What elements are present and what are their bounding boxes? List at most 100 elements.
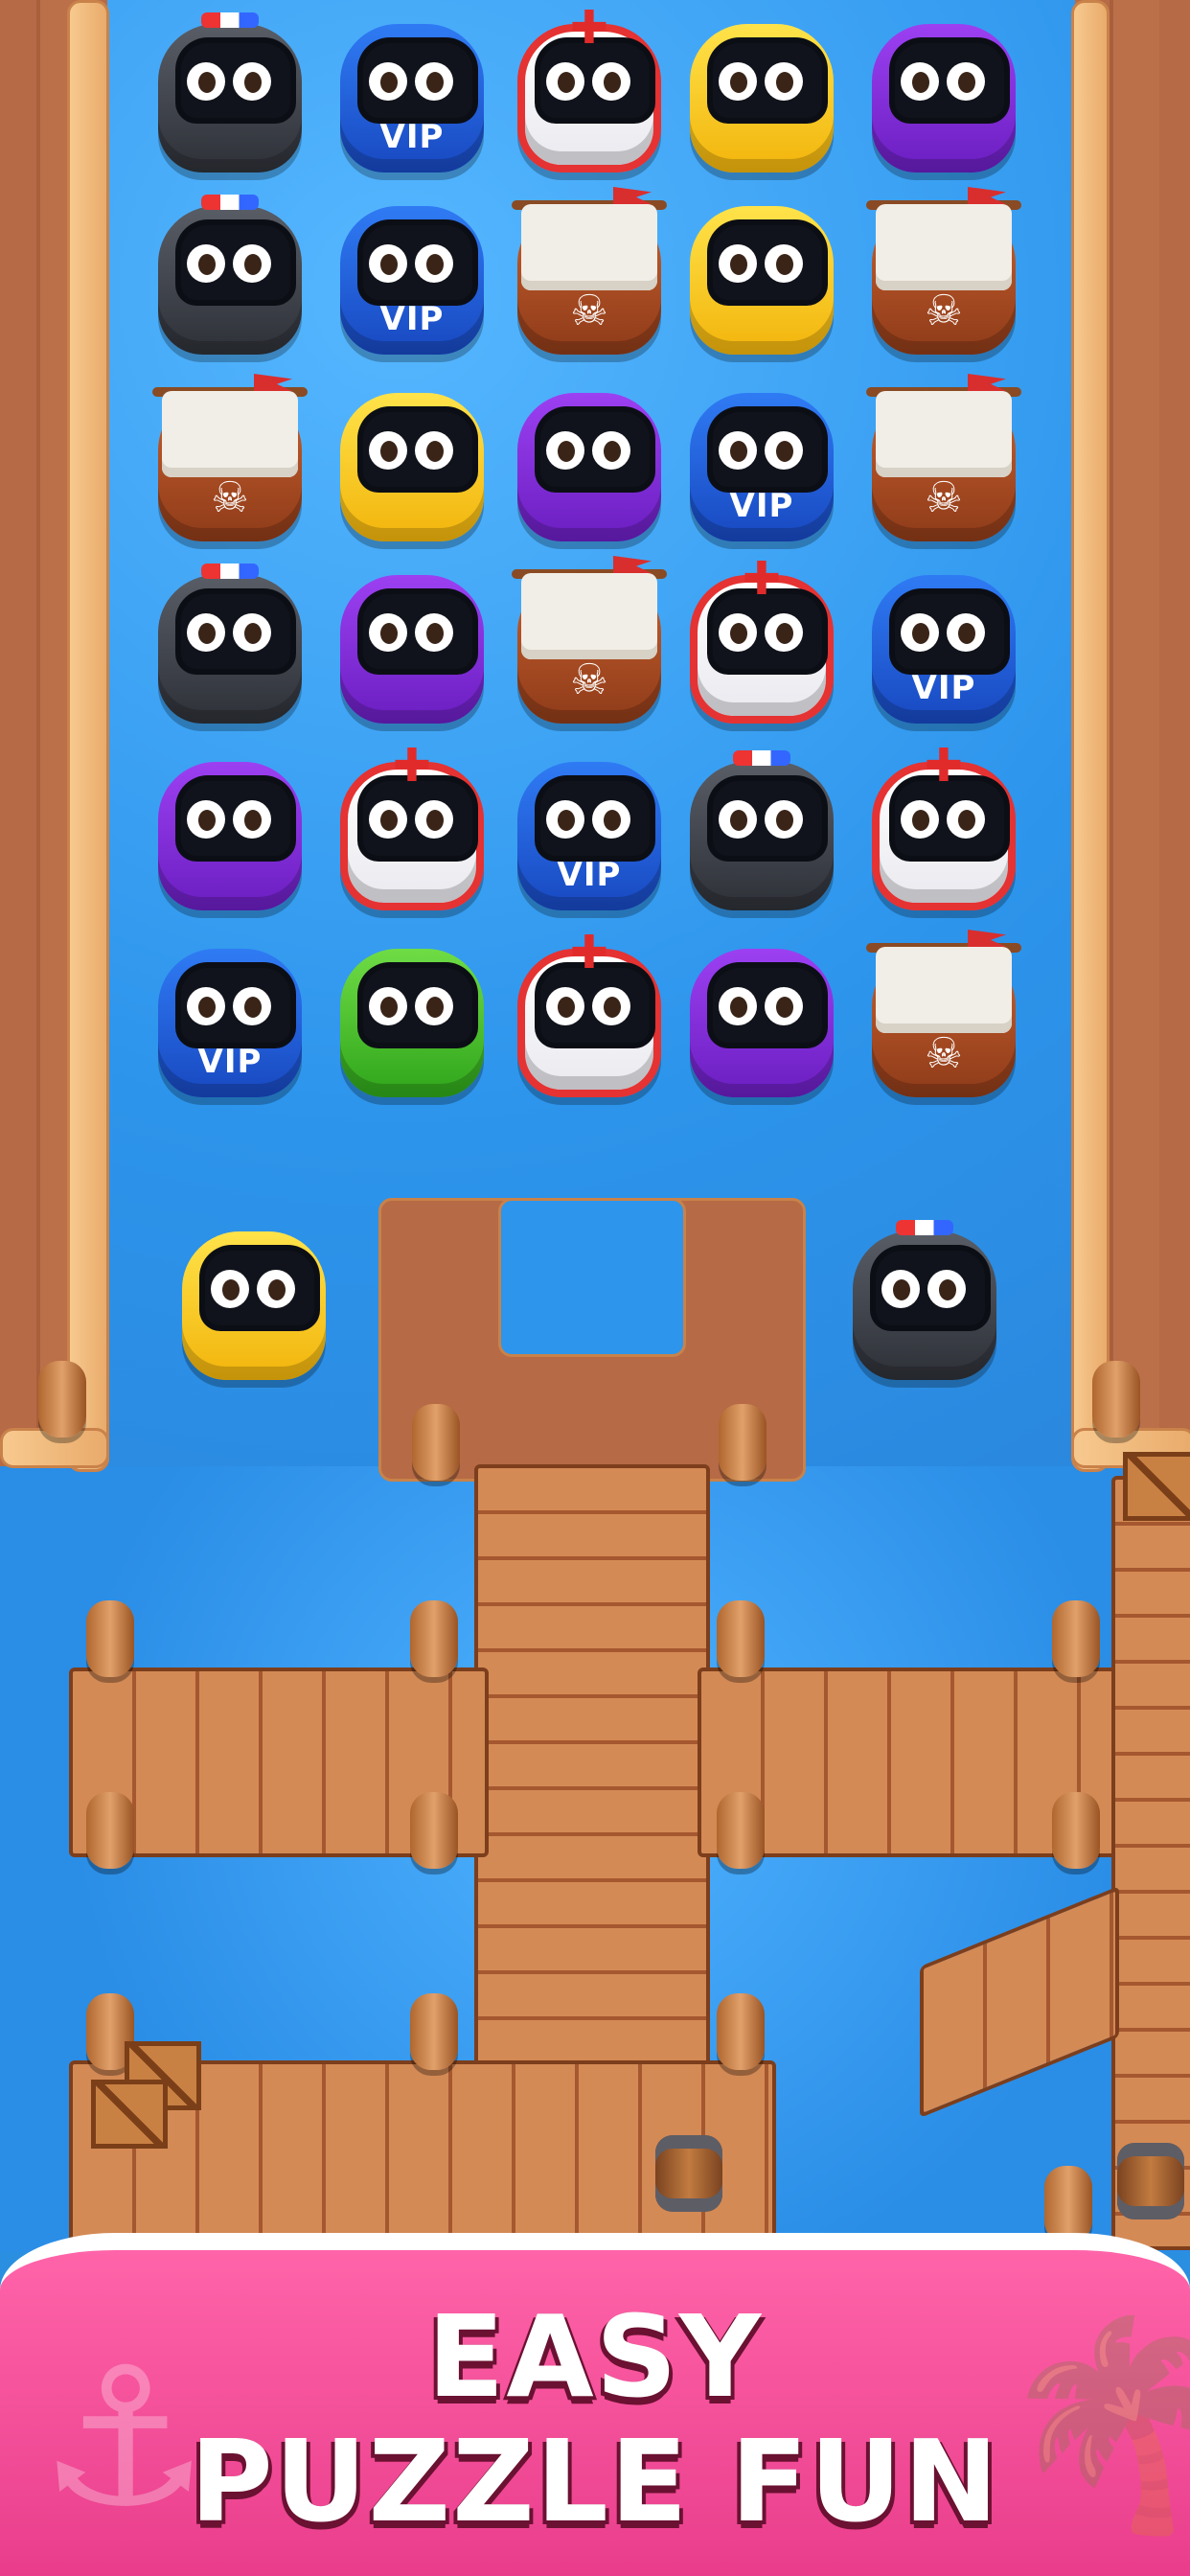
- ambulance-boat[interactable]: ✚: [508, 5, 671, 177]
- vip-boat[interactable]: VIP: [331, 187, 493, 359]
- boat-eyes: [901, 62, 987, 101]
- boat-eyes: [369, 62, 455, 101]
- pirate-boat[interactable]: ☠: [149, 374, 311, 546]
- boat-eyes: [719, 431, 805, 470]
- eye: [415, 62, 453, 101]
- eye: [233, 613, 271, 652]
- flag-icon: [968, 187, 1006, 204]
- eye: [719, 800, 757, 839]
- eye: [415, 613, 453, 652]
- dock-post: [38, 1361, 86, 1438]
- sail: [521, 204, 657, 290]
- boat-eyes: [369, 244, 455, 283]
- taxi-boat[interactable]: [680, 187, 843, 359]
- taxi-boat[interactable]: [331, 374, 493, 546]
- boat-label: VIP: [379, 118, 445, 156]
- police-boat[interactable]: [149, 187, 311, 359]
- eye: [719, 244, 757, 283]
- boat-eyes: [211, 1270, 297, 1308]
- boat-eyes: [719, 62, 805, 101]
- banner-line-2: PUZZLE FUN: [190, 2415, 1000, 2547]
- boat-label: VIP: [197, 1043, 263, 1081]
- red-cross-icon: ✚: [742, 552, 782, 606]
- police-boat[interactable]: [680, 743, 843, 915]
- boat-eyes: [719, 987, 805, 1025]
- ambulance-boat[interactable]: ✚: [862, 743, 1025, 915]
- sail: [876, 204, 1012, 290]
- dock-post: [717, 1600, 765, 1677]
- eye: [901, 62, 939, 101]
- pirate-boat[interactable]: ☠: [508, 556, 671, 728]
- eye: [233, 62, 271, 101]
- taxi-boat[interactable]: [680, 5, 843, 177]
- skull-flag-icon: ☠: [925, 473, 963, 522]
- siren-icon: [201, 195, 259, 210]
- eye: [415, 987, 453, 1025]
- red-cross-icon: ✚: [569, 926, 609, 979]
- boat-label: VIP: [729, 487, 794, 525]
- right-pier: [1111, 1476, 1190, 2250]
- eye: [765, 431, 803, 470]
- skull-flag-icon: ☠: [570, 656, 608, 704]
- red-cross-icon: ✚: [924, 739, 964, 793]
- eye: [369, 613, 407, 652]
- eye: [719, 613, 757, 652]
- sail: [876, 947, 1012, 1033]
- boat-eyes: [719, 800, 805, 839]
- dock-post: [410, 1993, 458, 2070]
- vip-boat[interactable]: VIP: [680, 374, 843, 546]
- eye: [765, 613, 803, 652]
- dock-post: [1052, 1792, 1100, 1869]
- vip-boat[interactable]: VIP: [331, 5, 493, 177]
- boat-label: VIP: [379, 300, 445, 338]
- vip-boat[interactable]: VIP: [149, 930, 311, 1102]
- vip-boat[interactable]: VIP: [508, 743, 671, 915]
- eye: [765, 244, 803, 283]
- pirate-boat[interactable]: ☠: [508, 187, 671, 359]
- ambulance-boat[interactable]: ✚: [331, 743, 493, 915]
- sail: [521, 573, 657, 659]
- purple-boat[interactable]: [331, 556, 493, 728]
- police-boat[interactable]: [843, 1212, 1006, 1385]
- boat-eyes: [187, 613, 273, 652]
- dock-post: [1052, 1600, 1100, 1677]
- purple-boat[interactable]: [149, 743, 311, 915]
- green-boat[interactable]: [331, 930, 493, 1102]
- pirate-boat[interactable]: ☠: [862, 374, 1025, 546]
- game-scene: VIP ✚ VIP ☠ ☠ ☠ VIP ☠ ☠ ✚ VIP ✚ VIP ✚ VIP ✚ ☠ ⚓ 🌴 EASY P…: [0, 0, 1190, 2576]
- boat-eyes: [719, 613, 805, 652]
- purple-boat[interactable]: [508, 374, 671, 546]
- skull-flag-icon: ☠: [925, 287, 963, 335]
- eye: [187, 244, 225, 283]
- eye: [719, 987, 757, 1025]
- eye: [592, 62, 630, 101]
- skull-flag-icon: ☠: [925, 1029, 963, 1078]
- eye: [187, 62, 225, 101]
- pirate-boat[interactable]: ☠: [862, 187, 1025, 359]
- purple-boat[interactable]: [862, 5, 1025, 177]
- boat-eyes: [719, 244, 805, 283]
- boat-eyes: [546, 800, 632, 839]
- crate: [91, 2080, 168, 2149]
- eye: [415, 244, 453, 283]
- taxi-boat[interactable]: [172, 1212, 335, 1385]
- pirate-boat[interactable]: ☠: [862, 930, 1025, 1102]
- eye: [233, 800, 271, 839]
- eye: [369, 431, 407, 470]
- eye: [546, 431, 584, 470]
- eye: [719, 431, 757, 470]
- ambulance-boat[interactable]: ✚: [508, 930, 671, 1102]
- eye: [765, 987, 803, 1025]
- purple-boat[interactable]: [680, 930, 843, 1102]
- red-cross-icon: ✚: [569, 1, 609, 55]
- boat-eyes: [881, 1270, 968, 1308]
- eye: [233, 987, 271, 1025]
- banner-line-1: EASY: [426, 2290, 764, 2423]
- vip-boat[interactable]: VIP: [862, 556, 1025, 728]
- eye: [187, 613, 225, 652]
- crate: [1123, 1452, 1190, 1521]
- police-boat[interactable]: [149, 5, 311, 177]
- center-pier-notch: [498, 1198, 686, 1357]
- police-boat[interactable]: [149, 556, 311, 728]
- ambulance-boat[interactable]: ✚: [680, 556, 843, 728]
